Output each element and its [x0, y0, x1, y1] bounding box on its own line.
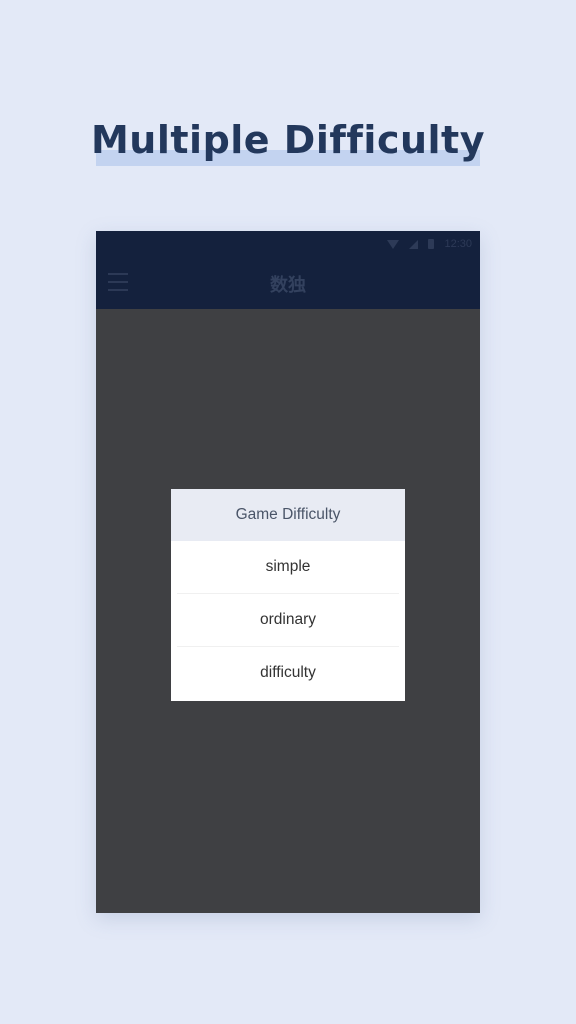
option-difficulty[interactable]: difficulty [177, 647, 399, 699]
status-icons: 12:30 [387, 237, 472, 251]
status-bar: 12:30 [96, 231, 480, 257]
signal-icon [409, 239, 419, 249]
status-time: 12:30 [444, 238, 472, 250]
option-ordinary[interactable]: ordinary [177, 594, 399, 647]
phone-screen: 12:30 数独 Game Difficulty simple ordinary… [96, 231, 480, 913]
dialog-title: Game Difficulty [171, 489, 405, 541]
promo-headline-block: Multiple Difficulty [0, 116, 576, 176]
app-title: 数独 [270, 275, 306, 295]
battery-icon [428, 239, 435, 249]
option-simple[interactable]: simple [177, 541, 399, 594]
wifi-icon [387, 239, 400, 249]
app-bar: 数独 [96, 257, 480, 309]
promo-headline: Multiple Difficulty [90, 118, 485, 162]
difficulty-dialog: Game Difficulty simple ordinary difficul… [171, 489, 405, 701]
